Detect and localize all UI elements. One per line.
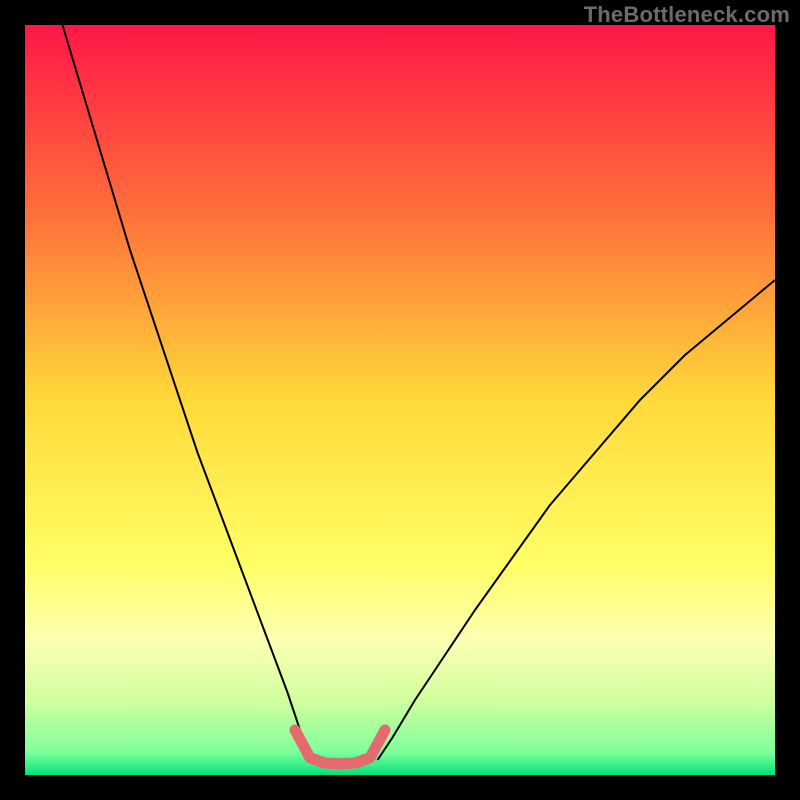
chart-plot-area: [25, 25, 775, 775]
chart-svg: [25, 25, 775, 775]
chart-background: [25, 25, 775, 775]
chart-frame: TheBottleneck.com: [0, 0, 800, 800]
watermark-text: TheBottleneck.com: [584, 2, 790, 28]
